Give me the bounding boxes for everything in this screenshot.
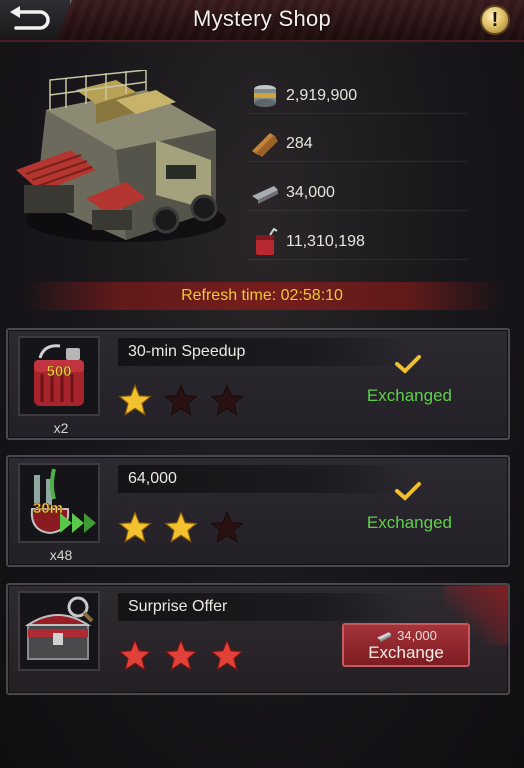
steel-bar-icon <box>377 631 392 642</box>
resource-row-oil: 11,310,198 <box>248 224 468 260</box>
star-filled-icon <box>118 511 152 543</box>
steel-amount: 34,000 <box>286 183 335 201</box>
thumb-label: 30m <box>33 500 63 517</box>
resource-row-food: 2,919,900 <box>248 78 468 114</box>
wood-planks-icon <box>248 129 282 159</box>
star-filled-icon <box>164 511 198 543</box>
fuel-canister-icon: 500 <box>34 344 84 406</box>
mystery-shop-screen: Mystery Shop ! 2,919,900 284 34,000 11,3… <box>0 0 524 768</box>
checkmark-icon <box>395 482 421 501</box>
page-title: Mystery Shop <box>192 6 332 31</box>
item-thumbnail[interactable]: 30m <box>18 463 100 543</box>
resource-row-wood: 284 <box>248 126 468 162</box>
shop-item-card: 500 x2 30-min Speedup Exchanged <box>6 328 510 440</box>
item-thumbnail[interactable] <box>18 591 100 671</box>
food-amount: 2,919,900 <box>286 86 358 104</box>
info-button[interactable]: ! <box>480 5 510 35</box>
rating-stars <box>118 384 244 416</box>
wood-amount: 284 <box>286 134 313 152</box>
star-filled-icon <box>118 384 152 416</box>
shop-item-card: Surprise Offer 34,000 Exchange <box>6 583 510 695</box>
treasure-chest-icon <box>24 596 94 660</box>
speedup-potion-icon: 30m <box>30 468 96 535</box>
item-name: Surprise Offer <box>118 593 408 621</box>
exchanged-status: Exchanged <box>366 386 452 405</box>
exchange-cost: 34,000 <box>344 628 468 643</box>
header-bar: Mystery Shop ! <box>0 0 524 42</box>
truck-shop-illustration <box>16 70 226 242</box>
item-name: 64,000 <box>118 465 408 493</box>
checkmark-icon <box>395 355 421 374</box>
exchanged-status: Exchanged <box>366 513 452 532</box>
exchange-button[interactable]: 34,000 Exchange <box>342 623 470 667</box>
oil-can-icon <box>248 227 282 257</box>
exchange-button-label: Exchange <box>368 643 444 662</box>
item-thumbnail[interactable]: 500 <box>18 336 100 416</box>
exchange-cost-value: 34,000 <box>397 628 437 643</box>
star-empty-icon <box>164 384 198 416</box>
food-can-icon <box>248 81 282 111</box>
star-empty-icon <box>210 511 244 543</box>
star-red-icon <box>118 639 152 671</box>
star-red-icon <box>210 639 244 671</box>
resource-row-steel: 34,000 <box>248 175 468 211</box>
item-quantity: x48 <box>49 547 73 563</box>
thumb-label: 500 <box>46 363 71 380</box>
rating-stars <box>118 639 244 671</box>
star-red-icon <box>164 639 198 671</box>
steel-bar-icon <box>248 178 282 208</box>
rating-stars <box>118 511 244 543</box>
oil-amount: 11,310,198 <box>286 232 365 250</box>
item-name: 30-min Speedup <box>118 338 408 366</box>
shop-item-card: 30m x48 64,000 Exchanged <box>6 455 510 567</box>
star-empty-icon <box>210 384 244 416</box>
refresh-timer: Refresh time: 02:58:10 <box>24 282 500 310</box>
item-quantity: x2 <box>53 420 69 436</box>
